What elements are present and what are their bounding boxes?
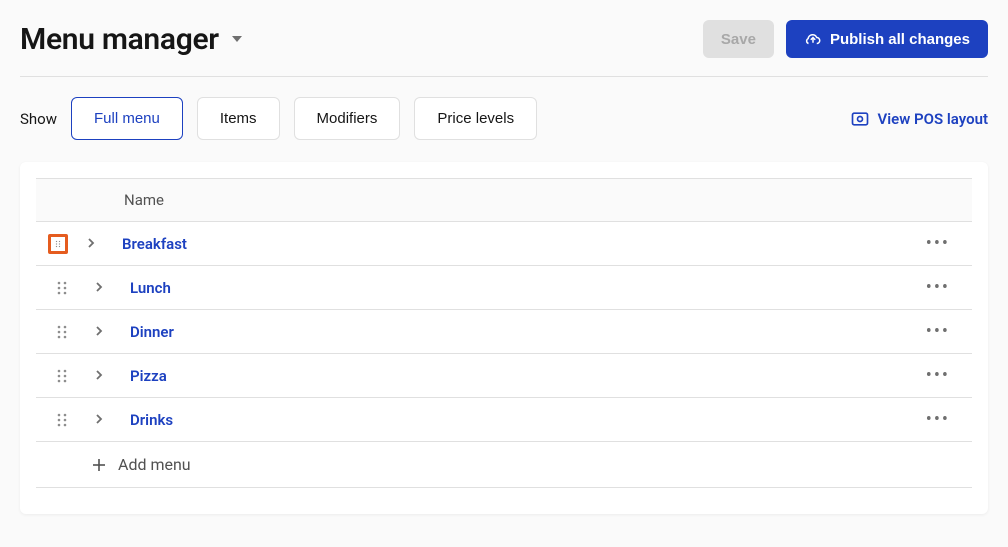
- chevron-right-icon[interactable]: [84, 236, 100, 252]
- filter-bar: Show Full menu Items Modifiers Price levels…: [20, 97, 988, 140]
- column-header-name: Name: [124, 191, 164, 209]
- filter-tabs: Full menu Items Modifiers Price levels: [71, 97, 537, 140]
- page-header: Menu manager Save Publish all changes: [20, 20, 988, 77]
- filter-tab-items[interactable]: Items: [197, 97, 280, 140]
- title-dropdown-caret-icon[interactable]: [231, 34, 243, 44]
- more-actions-icon[interactable]: •••: [920, 277, 956, 298]
- menu-name-link[interactable]: Pizza: [130, 367, 167, 385]
- menu-name-link[interactable]: Breakfast: [122, 235, 187, 253]
- cloud-upload-icon: [804, 30, 822, 48]
- title-wrap: Menu manager: [20, 22, 243, 57]
- table-row: Pizza •••: [36, 354, 972, 398]
- add-menu-label: Add menu: [118, 455, 191, 474]
- drag-handle-icon[interactable]: [52, 366, 72, 386]
- view-pos-label: View POS layout: [878, 110, 988, 128]
- drag-handle-icon[interactable]: [52, 410, 72, 430]
- table-row: Drinks •••: [36, 398, 972, 442]
- drag-handle-icon[interactable]: [52, 322, 72, 342]
- add-menu-row[interactable]: Add menu: [36, 442, 972, 488]
- chevron-right-icon[interactable]: [92, 368, 108, 384]
- chevron-right-icon[interactable]: [92, 280, 108, 296]
- drag-handle-icon[interactable]: [48, 234, 68, 254]
- table-row: Breakfast •••: [36, 222, 972, 266]
- publish-button-label: Publish all changes: [830, 31, 970, 48]
- show-label: Show: [20, 110, 57, 128]
- filter-tab-price-levels[interactable]: Price levels: [414, 97, 537, 140]
- table-row: Dinner •••: [36, 310, 972, 354]
- more-actions-icon[interactable]: •••: [920, 365, 956, 386]
- menu-name-link[interactable]: Drinks: [130, 411, 173, 429]
- table-body: Breakfast•••Lunch•••Dinner•••Pizza•••Dri…: [36, 222, 972, 442]
- filter-tab-modifiers[interactable]: Modifiers: [294, 97, 401, 140]
- content-card: Name Breakfast ••• Lunch ••• Dinner ••• Pizza •…: [20, 162, 988, 514]
- publish-button[interactable]: Publish all changes: [786, 20, 988, 58]
- table-row: Lunch •••: [36, 266, 972, 310]
- chevron-right-icon[interactable]: [92, 412, 108, 428]
- save-button: Save: [703, 20, 774, 58]
- view-pos-layout-link[interactable]: View POS layout: [850, 109, 988, 129]
- more-actions-icon[interactable]: •••: [920, 233, 956, 254]
- menu-name-link[interactable]: Dinner: [130, 323, 174, 341]
- chevron-right-icon[interactable]: [92, 324, 108, 340]
- table-header: Name: [36, 178, 972, 222]
- plus-icon: [92, 458, 106, 472]
- more-actions-icon[interactable]: •••: [920, 321, 956, 342]
- filter-left: Show Full menu Items Modifiers Price levels: [20, 97, 537, 140]
- menu-table: Name Breakfast ••• Lunch ••• Dinner ••• Pizza •…: [36, 178, 972, 488]
- view-pos-icon: [850, 109, 870, 129]
- page-title: Menu manager: [20, 22, 219, 57]
- more-actions-icon[interactable]: •••: [920, 409, 956, 430]
- header-actions: Save Publish all changes: [703, 20, 988, 58]
- drag-handle-icon[interactable]: [52, 278, 72, 298]
- menu-name-link[interactable]: Lunch: [130, 279, 171, 297]
- filter-tab-full-menu[interactable]: Full menu: [71, 97, 183, 140]
